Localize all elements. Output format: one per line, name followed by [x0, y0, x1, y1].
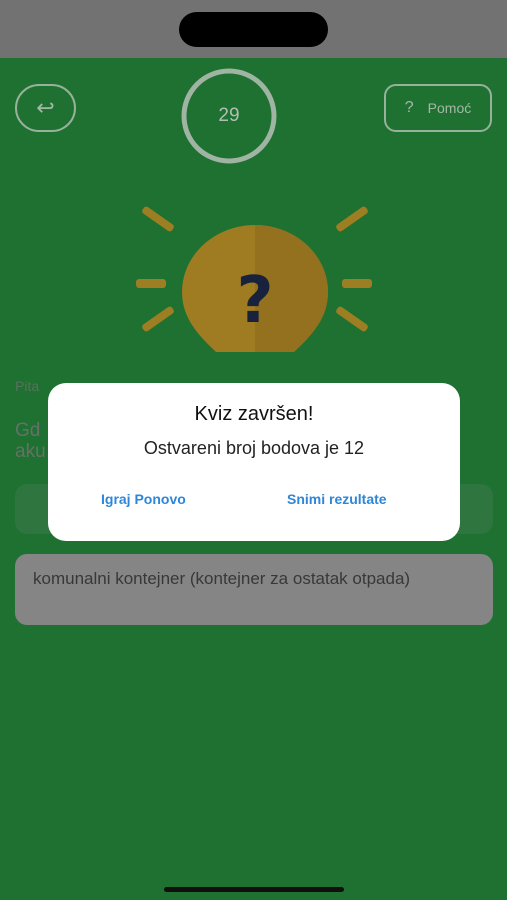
dialog-message: Ostvareni broj bodova je 12: [143, 438, 365, 458]
save-results-button[interactable]: Snimi rezultate: [287, 491, 387, 507]
dialog-title: Kviz završen!: [194, 403, 314, 425]
play-again-button[interactable]: Igraj Ponovo: [101, 491, 186, 507]
quiz-finished-dialog: Kviz završen! Ostvareni broj bodova je 1…: [48, 383, 460, 541]
